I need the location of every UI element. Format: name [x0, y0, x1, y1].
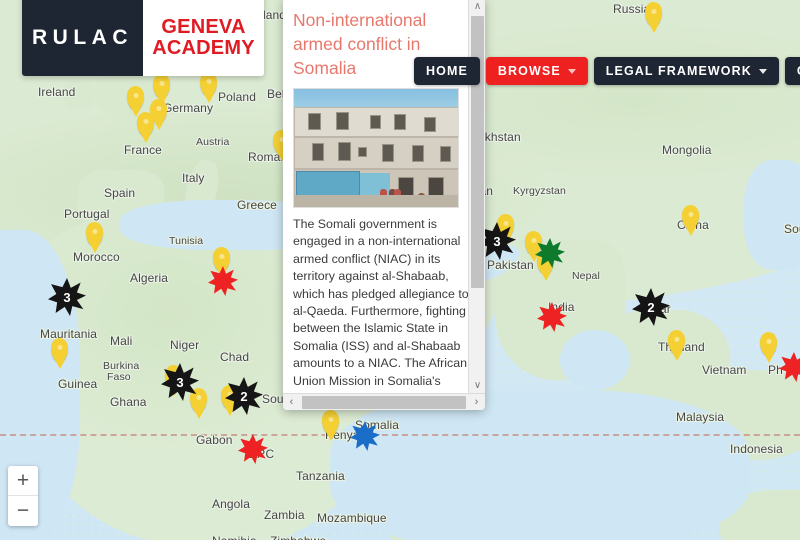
- logo-geneva-line1: GENEVA: [161, 16, 246, 38]
- conflict-india[interactable]: [537, 302, 567, 332]
- cluster-western-sahara[interactable]: 3: [48, 278, 86, 316]
- conflict-burst-icon: 2: [225, 377, 263, 415]
- window: [424, 117, 436, 132]
- scroll-right-icon[interactable]: ›: [468, 394, 485, 411]
- sea-bay-of-bengal: [560, 330, 630, 390]
- conflict-burst-icon: [779, 352, 800, 382]
- chevron-down-icon: [758, 68, 767, 74]
- window: [412, 145, 424, 162]
- conflict-burst-icon: [238, 434, 268, 464]
- scroll-left-icon[interactable]: ‹: [283, 394, 300, 411]
- conflict-somalia-selected[interactable]: [350, 421, 380, 451]
- pin-uk[interactable]: [127, 86, 144, 110]
- conflict-burst-icon: [537, 302, 567, 332]
- nav-item-classification[interactable]: CLASSIFICATION: [784, 57, 800, 85]
- logo-geneva-academy: GENEVA ACADEMY: [143, 0, 264, 76]
- sea-japan: [744, 160, 800, 270]
- pin-mauritania[interactable]: [51, 338, 68, 362]
- cluster-cameroon[interactable]: 2: [225, 377, 263, 415]
- map-pin-icon: [645, 2, 662, 26]
- map-pin-icon: [127, 86, 144, 110]
- pin-ethiopia[interactable]: [322, 410, 339, 434]
- scroll-down-icon[interactable]: ∨: [469, 377, 485, 394]
- window: [308, 113, 321, 130]
- conflict-burst-icon: 2: [632, 288, 670, 326]
- conflict-burst-icon: [350, 421, 380, 451]
- pin-france[interactable]: [137, 112, 154, 136]
- map-pin-icon: [86, 222, 103, 246]
- map-pin-icon: [51, 338, 68, 362]
- zoom-in-button[interactable]: +: [8, 466, 38, 496]
- scroll-up-icon[interactable]: ∧: [469, 0, 485, 15]
- equator-line: [0, 434, 800, 436]
- horizontal-scroll-thumb[interactable]: [302, 395, 466, 409]
- nav-item-label: LEGAL FRAMEWORK: [605, 64, 752, 78]
- map-pin-icon: [153, 74, 170, 98]
- pin-thailand[interactable]: [668, 330, 685, 354]
- window: [382, 144, 394, 162]
- pin-morocco[interactable]: [86, 222, 103, 246]
- pin-philippines[interactable]: [760, 332, 777, 356]
- map-zoom-control[interactable]: + −: [8, 466, 38, 526]
- window: [312, 143, 324, 161]
- nav-item-label: BROWSE: [497, 64, 561, 78]
- conflict-burst-icon: [535, 238, 565, 268]
- nav-item-browse[interactable]: BROWSE: [485, 57, 588, 85]
- nav-item-home[interactable]: HOME: [414, 57, 480, 85]
- conflict-photo: [293, 88, 459, 208]
- map-pin-icon: [668, 330, 685, 354]
- rulac-map-application: IrelandKingdomFinlandGermanyPolandBelaFr…: [0, 0, 800, 540]
- site-logo[interactable]: RULAC GENEVA ACADEMY: [22, 0, 264, 76]
- conflict-philippines[interactable]: [779, 352, 800, 382]
- popup-body-text: The Somali government is engaged in a no…: [293, 217, 469, 388]
- cluster-myanmar[interactable]: 2: [632, 288, 670, 326]
- landmass-ireland: [62, 80, 96, 110]
- window: [440, 146, 451, 162]
- sea-indian-ocean: [330, 390, 750, 540]
- window: [338, 142, 351, 161]
- conflict-libya[interactable]: [208, 266, 238, 296]
- conflict-burst-icon: [208, 266, 238, 296]
- window: [394, 114, 406, 130]
- pin-russia[interactable]: [645, 2, 662, 26]
- zoom-out-button[interactable]: −: [8, 496, 38, 526]
- pin-northsea[interactable]: [153, 74, 170, 98]
- conflict-burst-icon: 3: [161, 363, 199, 401]
- nav-item-legal-framework[interactable]: LEGAL FRAMEWORK: [593, 57, 779, 85]
- conflict-drc[interactable]: [238, 434, 268, 464]
- street-rubble: [294, 195, 458, 207]
- chevron-down-icon: [567, 68, 576, 74]
- cluster-nigeria[interactable]: 3: [161, 363, 199, 401]
- conflict-india-green[interactable]: [535, 238, 565, 268]
- conflict-burst-icon: 3: [48, 278, 86, 316]
- logo-geneva-line2: ACADEMY: [152, 37, 255, 59]
- window: [370, 115, 381, 129]
- window: [358, 147, 367, 157]
- popup-horizontal-scrollbar[interactable]: ‹ ›: [283, 393, 485, 410]
- map-pin-icon: [137, 112, 154, 136]
- main-navigation: HOME BROWSE LEGAL FRAMEWORK CLASSIFICATION: [414, 57, 800, 85]
- map-pin-icon: [682, 205, 699, 229]
- map-pin-icon: [760, 332, 777, 356]
- nav-item-label: HOME: [426, 64, 468, 78]
- pin-china[interactable]: [682, 205, 699, 229]
- logo-rulac-text: RULAC: [22, 0, 143, 76]
- window: [336, 112, 349, 130]
- map-pin-icon: [322, 410, 339, 434]
